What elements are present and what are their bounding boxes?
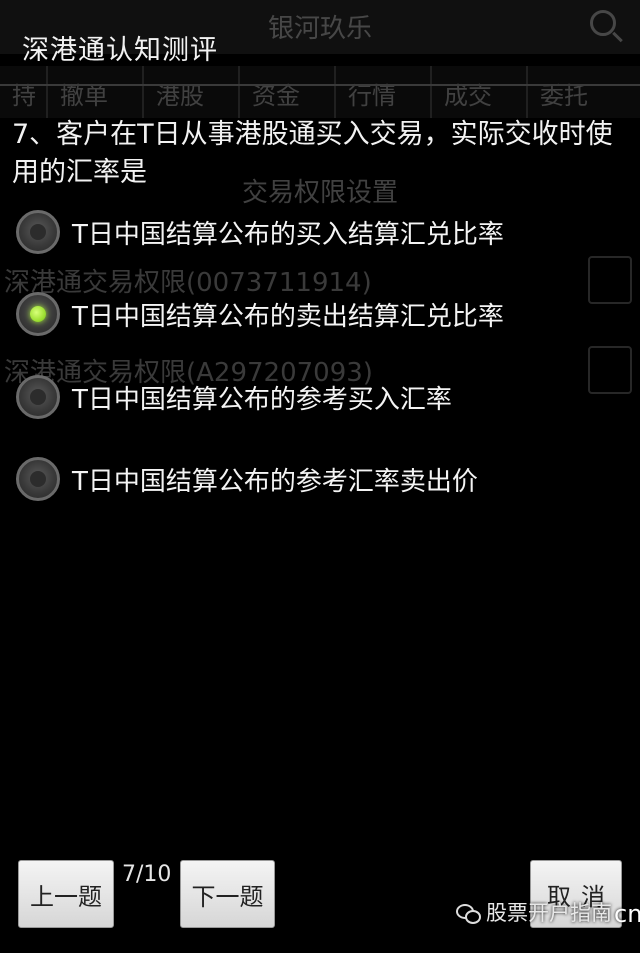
- option-3[interactable]: T日中国结算公布的参考买入汇率: [16, 369, 452, 425]
- background-tabs: 持 撤单 港股 资金 行情 成交 委托: [0, 66, 640, 118]
- radio-dot: [30, 389, 46, 405]
- option-label: T日中国结算公布的参考汇率卖出价: [72, 466, 478, 497]
- progress-indicator: 7/10: [122, 862, 172, 887]
- title-divider: [0, 84, 640, 86]
- watermark: 股票开户指南 cn软荐网: [456, 894, 640, 929]
- watermark-brand: cn软荐网: [614, 900, 640, 928]
- radio-dot: [30, 471, 46, 487]
- background-tab: 资金: [240, 66, 336, 118]
- option-4[interactable]: T日中国结算公布的参考汇率卖出价: [16, 451, 478, 507]
- option-1[interactable]: T日中国结算公布的买入结算汇兑比率: [16, 204, 504, 260]
- radio-button-selected[interactable]: [16, 292, 60, 336]
- background-tab: 持: [0, 66, 48, 118]
- dialog-title: 深港通认知测评: [22, 35, 218, 66]
- background-tab: 成交: [432, 66, 528, 118]
- option-label: T日中国结算公布的卖出结算汇兑比率: [72, 301, 504, 332]
- radio-button[interactable]: [16, 210, 60, 254]
- radio-button[interactable]: [16, 457, 60, 501]
- question-text: 7、客户在T日从事港股通买入交易，实际交收时使用的汇率是: [12, 119, 613, 188]
- background-tab: 港股: [144, 66, 240, 118]
- edit-icon: [588, 346, 632, 394]
- watermark-text: 股票开户指南: [486, 900, 612, 925]
- previous-question-button[interactable]: 上一题: [18, 860, 114, 928]
- option-2[interactable]: T日中国结算公布的卖出结算汇兑比率: [16, 286, 504, 342]
- background-tab: 撤单: [48, 66, 144, 118]
- background-tab: 委托: [540, 82, 588, 110]
- radio-button[interactable]: [16, 375, 60, 419]
- option-label: T日中国结算公布的参考买入汇率: [72, 384, 452, 415]
- wechat-icon: [456, 902, 481, 924]
- radio-dot: [30, 224, 46, 240]
- edit-icon: [588, 256, 632, 304]
- next-question-button[interactable]: 下一题: [180, 860, 275, 928]
- option-label: T日中国结算公布的买入结算汇兑比率: [72, 219, 504, 250]
- background-tab: 行情: [336, 66, 432, 118]
- screen: 银河玖乐 持 撤单 港股 资金 行情 成交 委托 交易权限设置 深港通交易权限(…: [0, 0, 640, 953]
- radio-dot: [30, 306, 46, 322]
- search-icon: [590, 10, 616, 36]
